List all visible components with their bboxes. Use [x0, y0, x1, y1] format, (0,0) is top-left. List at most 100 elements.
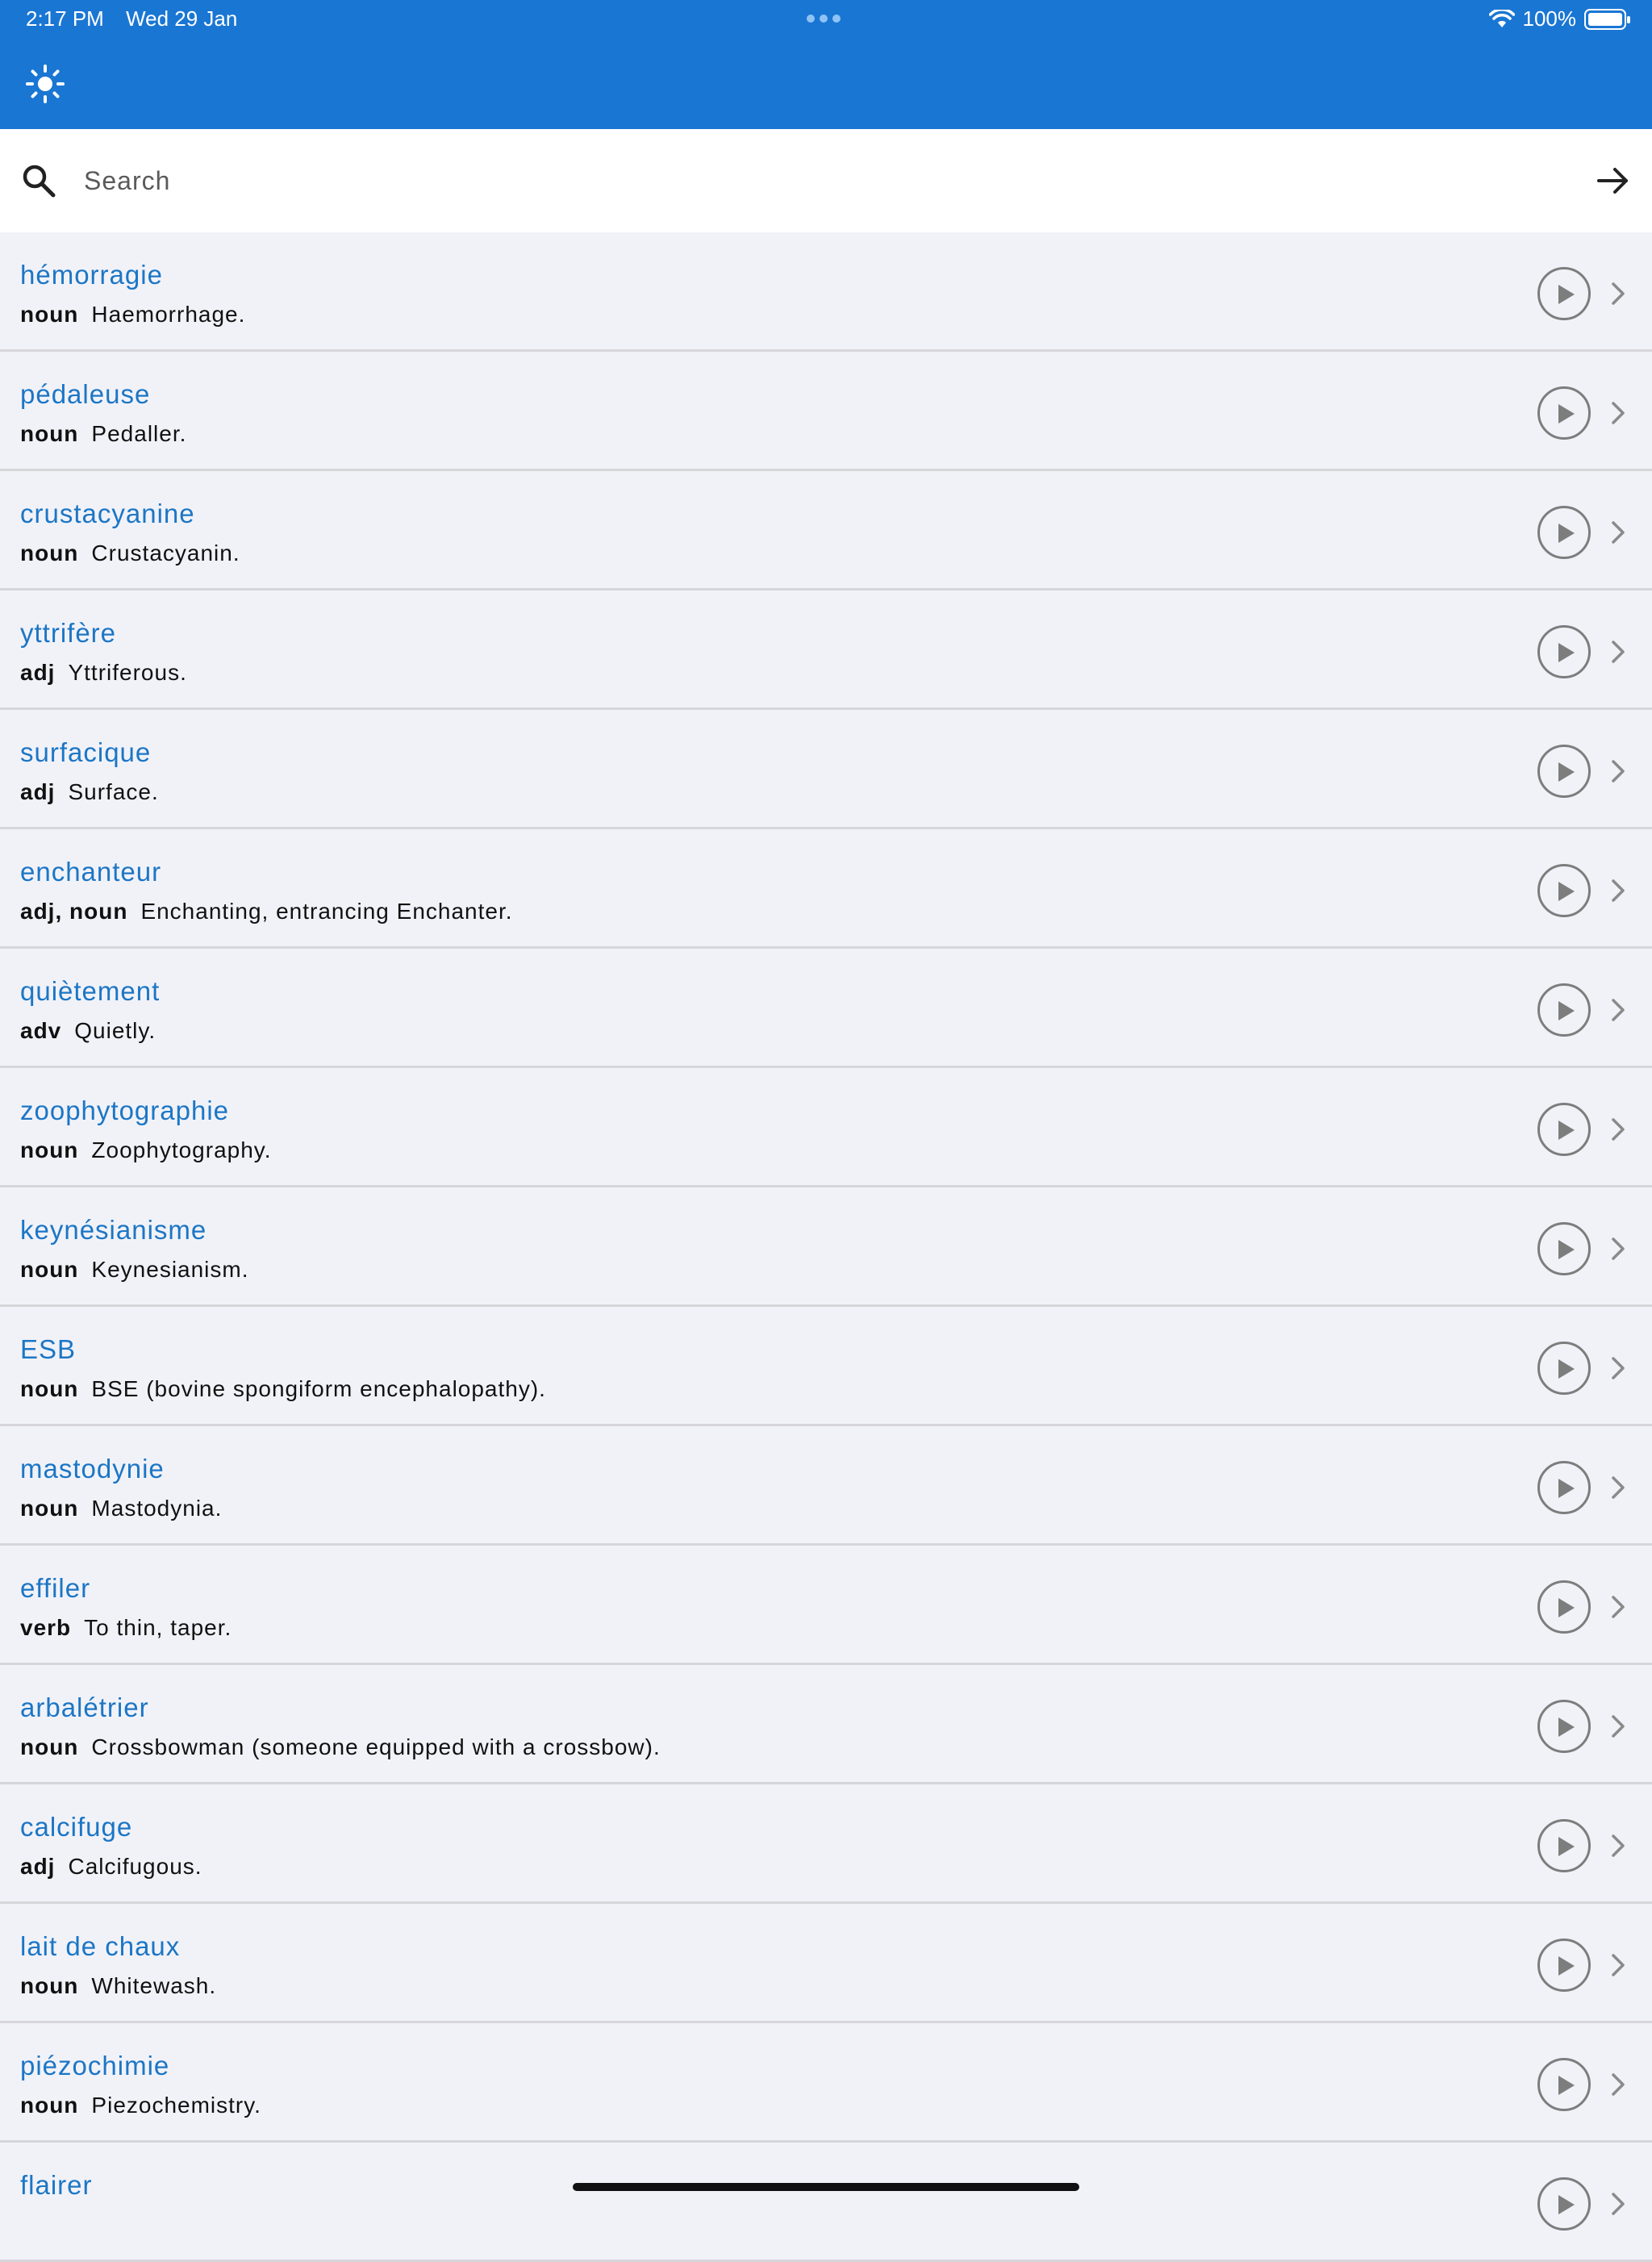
entry-part-of-speech: adj, noun: [20, 899, 128, 924]
list-item[interactable]: hémorragie noun Haemorrhage.: [0, 232, 1652, 352]
list-item[interactable]: pédaleuse noun Pedaller.: [0, 352, 1652, 471]
chevron-right-icon: [1612, 282, 1625, 305]
list-item[interactable]: flairer: [0, 2143, 1652, 2262]
entry-definition-text: Zoophytography.: [91, 1137, 272, 1162]
play-icon: [1558, 1359, 1575, 1379]
chevron-right-icon: [1612, 2073, 1625, 2096]
list-item[interactable]: quiètement adv Quietly.: [0, 949, 1652, 1068]
entry-word: yttrifère: [20, 618, 117, 648]
chevron-right-icon: [1612, 521, 1625, 544]
play-pronunciation-button[interactable]: [1537, 1103, 1591, 1156]
list-item[interactable]: arbalétrier noun Crossbowman (someone equ…: [0, 1665, 1652, 1784]
play-icon: [1558, 1121, 1575, 1140]
play-pronunciation-button[interactable]: [1537, 267, 1591, 320]
entry-word: arbalétrier: [20, 1692, 149, 1722]
play-pronunciation-button[interactable]: [1537, 745, 1591, 798]
arrow-right-icon[interactable]: [1594, 161, 1633, 200]
play-pronunciation-button[interactable]: [1537, 386, 1591, 440]
chevron-right-icon: [1612, 1954, 1625, 1976]
entry-part-of-speech: verb: [20, 1615, 72, 1640]
entry-definition-text: To thin, taper.: [84, 1615, 232, 1640]
entry-definition: adj Yttriferous.: [20, 660, 187, 686]
play-pronunciation-button[interactable]: [1537, 1939, 1591, 1992]
entry-definition-text: Crustacyanin.: [91, 540, 240, 566]
list-item[interactable]: zoophytographie noun Zoophytography.: [0, 1068, 1652, 1187]
wifi-icon: [1488, 9, 1515, 27]
entry-part-of-speech: noun: [20, 1496, 79, 1521]
dictionary-list: hémorragie noun Haemorrhage. pédaleuse no…: [0, 232, 1652, 2262]
play-icon: [1558, 1717, 1575, 1737]
list-item[interactable]: calcifuge adj Calcifugous.: [0, 1784, 1652, 1904]
status-date: Wed 29 Jan: [126, 6, 238, 31]
play-icon: [1558, 643, 1575, 662]
entry-part-of-speech: noun: [20, 1973, 79, 1998]
entry-part-of-speech: noun: [20, 1376, 79, 1401]
list-item[interactable]: crustacyanine noun Crustacyanin.: [0, 471, 1652, 591]
play-pronunciation-button[interactable]: [1537, 983, 1591, 1037]
play-pronunciation-button[interactable]: [1537, 506, 1591, 559]
chevron-right-icon: [1612, 760, 1625, 783]
entry-word: lait de chaux: [20, 1931, 181, 1961]
entry-part-of-speech: noun: [20, 1137, 79, 1162]
list-item[interactable]: keynésianisme noun Keynesianism.: [0, 1187, 1652, 1307]
play-pronunciation-button[interactable]: [1537, 1342, 1591, 1395]
list-item[interactable]: mastodynie noun Mastodynia.: [0, 1426, 1652, 1546]
battery-percent: 100%: [1522, 6, 1577, 31]
entry-definition: adv Quietly.: [20, 1018, 156, 1044]
play-pronunciation-button[interactable]: [1537, 864, 1591, 917]
list-item[interactable]: piézochimie noun Piezochemistry.: [0, 2023, 1652, 2143]
entry-word: enchanteur: [20, 857, 162, 887]
entry-definition-text: Surface.: [68, 779, 159, 804]
entry-part-of-speech: noun: [20, 1257, 79, 1282]
entry-word: piézochimie: [20, 2051, 170, 2080]
list-item[interactable]: yttrifère adj Yttriferous.: [0, 591, 1652, 710]
app-header: 2:17 PM Wed 29 Jan 100%: [0, 0, 1652, 129]
multitasking-dots-icon[interactable]: [807, 15, 841, 23]
play-pronunciation-button[interactable]: [1537, 2177, 1591, 2231]
chevron-right-icon: [1612, 1715, 1625, 1738]
entry-definition-text: BSE (bovine spongiform encephalopathy).: [91, 1376, 546, 1401]
play-icon: [1558, 2076, 1575, 2095]
play-pronunciation-button[interactable]: [1537, 1222, 1591, 1275]
play-icon: [1558, 1598, 1575, 1617]
entry-word: mastodynie: [20, 1454, 165, 1484]
list-item[interactable]: surfacique adj Surface.: [0, 710, 1652, 829]
entry-part-of-speech: noun: [20, 302, 79, 327]
list-item[interactable]: enchanteur adj, noun Enchanting, entranci…: [0, 829, 1652, 949]
chevron-right-icon: [1612, 1596, 1625, 1618]
play-pronunciation-button[interactable]: [1537, 1461, 1591, 1514]
status-indicators: 100%: [1488, 6, 1630, 31]
entry-definition: adj Surface.: [20, 779, 159, 805]
play-pronunciation-button[interactable]: [1537, 2058, 1591, 2111]
chevron-right-icon: [1612, 999, 1625, 1021]
play-icon: [1558, 2195, 1575, 2214]
search-bar: [0, 129, 1652, 232]
play-icon: [1558, 285, 1575, 304]
entry-definition: noun Whitewash.: [20, 1973, 216, 1999]
chevron-right-icon: [1612, 402, 1625, 424]
entry-definition: noun Keynesianism.: [20, 1257, 249, 1283]
list-item[interactable]: lait de chaux noun Whitewash.: [0, 1904, 1652, 2023]
entry-definition: verb To thin, taper.: [20, 1615, 232, 1641]
play-pronunciation-button[interactable]: [1537, 1700, 1591, 1753]
play-pronunciation-button[interactable]: [1537, 1819, 1591, 1872]
entry-word: keynésianisme: [20, 1215, 207, 1245]
list-item[interactable]: effiler verb To thin, taper.: [0, 1546, 1652, 1665]
play-pronunciation-button[interactable]: [1537, 1580, 1591, 1634]
entry-word: zoophytographie: [20, 1096, 230, 1125]
list-item[interactable]: ESB noun BSE (bovine spongiform encephalo…: [0, 1307, 1652, 1426]
chevron-right-icon: [1612, 2193, 1625, 2215]
sun-icon[interactable]: [24, 63, 66, 105]
entry-definition: noun BSE (bovine spongiform encephalopath…: [20, 1376, 546, 1402]
entry-definition: noun Haemorrhage.: [20, 302, 245, 328]
entry-definition-text: Calcifugous.: [68, 1854, 202, 1879]
home-indicator[interactable]: [573, 2183, 1079, 2191]
status-time: 2:17 PM Wed 29 Jan: [26, 6, 253, 31]
search-input[interactable]: [84, 157, 1536, 205]
entry-word: pédaleuse: [20, 379, 151, 409]
play-icon: [1558, 762, 1575, 782]
chevron-right-icon: [1612, 1237, 1625, 1260]
play-pronunciation-button[interactable]: [1537, 625, 1591, 678]
play-icon: [1558, 1479, 1575, 1498]
entry-part-of-speech: adj: [20, 1854, 56, 1879]
